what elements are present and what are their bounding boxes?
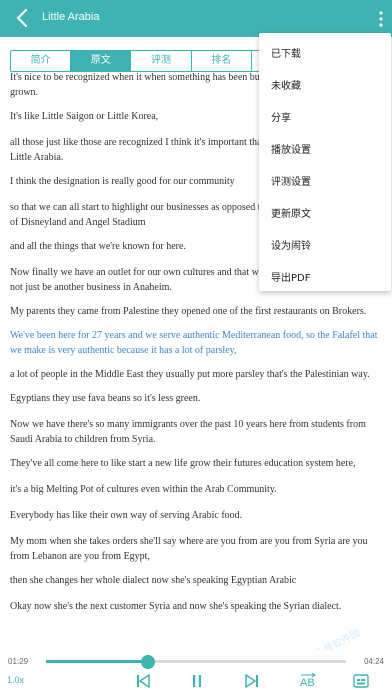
- tab-intro[interactable]: 简介: [11, 51, 72, 71]
- transcript-paragraph[interactable]: Everybody has like their own way of serv…: [10, 508, 382, 523]
- tab-ranking[interactable]: 排名: [191, 51, 252, 71]
- seek-progress: [46, 660, 148, 663]
- menu-item-playback-settings[interactable]: 播放设置: [271, 141, 311, 156]
- transcript-paragraph-current[interactable]: We've been here for 27 years and we serv…: [10, 328, 382, 358]
- menu-item-set-alarm[interactable]: 设为闹铃: [271, 237, 311, 252]
- speed-button[interactable]: 1.0x: [7, 675, 24, 685]
- menu-item-update-text[interactable]: 更新原文: [271, 205, 311, 220]
- back-arrow-icon[interactable]: [14, 8, 32, 28]
- more-options-icon[interactable]: [378, 10, 384, 28]
- menu-item-downloaded[interactable]: 已下载: [271, 45, 301, 60]
- transcript-paragraph[interactable]: They've all come here to like start a ne…: [10, 456, 382, 471]
- transcript-paragraph[interactable]: then she changes her whole dialect now s…: [10, 573, 382, 588]
- menu-item-export-pdf[interactable]: 导出PDF: [271, 269, 310, 284]
- transcript-paragraph[interactable]: My parents they came from Palestine they…: [10, 304, 382, 319]
- menu-item-favorite[interactable]: 未收藏: [271, 77, 301, 92]
- elapsed-time: 01:29: [8, 657, 29, 666]
- seek-handle[interactable]: [141, 655, 155, 669]
- tab-evaluation[interactable]: 评测: [131, 51, 192, 71]
- subtitle-mode-icon[interactable]: [352, 673, 370, 689]
- ab-label: AB: [300, 677, 315, 689]
- page-title: Little Arabia: [42, 11, 100, 23]
- player-controls: 1.0x AB: [0, 672, 392, 690]
- pause-icon[interactable]: [188, 673, 206, 689]
- transcript-paragraph[interactable]: Now we have there's so many immigrants o…: [10, 417, 382, 447]
- tab-original-text[interactable]: 原文: [71, 51, 132, 71]
- player-bar: 01:29 04:24 1.0x AB: [0, 650, 392, 690]
- menu-item-share[interactable]: 分享: [271, 109, 291, 124]
- app-bar: Little Arabia: [0, 0, 392, 37]
- transcript-paragraph[interactable]: it's a big Melting Pot of cultures even …: [10, 482, 382, 497]
- ab-repeat-icon[interactable]: AB: [298, 673, 318, 689]
- transcript-paragraph[interactable]: a lot of people in the Middle East they …: [10, 367, 382, 382]
- next-icon[interactable]: [243, 673, 261, 689]
- total-time: 04:24: [363, 657, 384, 666]
- transcript-paragraph[interactable]: My mom when she takes orders she'll say …: [10, 534, 382, 564]
- transcript-paragraph[interactable]: Egyptians they use fava beans so it's le…: [10, 391, 382, 406]
- menu-item-evaluation-settings[interactable]: 评测设置: [271, 173, 311, 188]
- previous-icon[interactable]: [134, 673, 152, 689]
- overflow-menu: 已下载 未收藏 分享 播放设置 评测设置 更新原文 设为闹铃 导出PDF: [259, 33, 391, 291]
- transcript-paragraph[interactable]: Okay now she's the next customer Syria a…: [10, 599, 382, 614]
- seek-bar[interactable]: [46, 655, 346, 669]
